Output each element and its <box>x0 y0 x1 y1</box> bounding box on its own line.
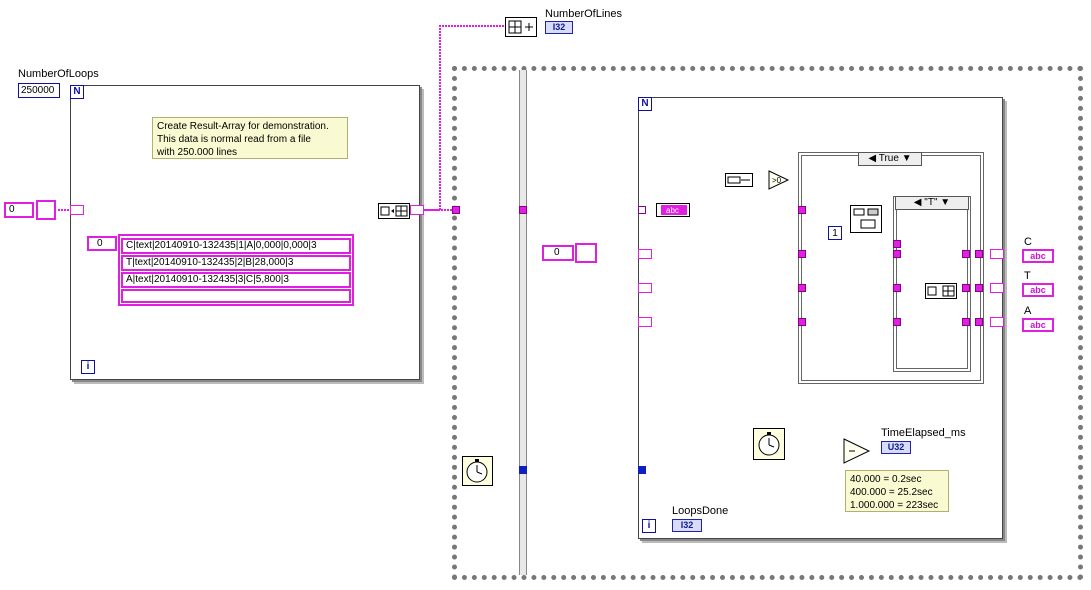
case-tunnel-out-2 <box>975 284 983 292</box>
sequence-separator <box>519 70 527 575</box>
array-row-1[interactable]: C|text|20140910-132435|1|A|0,000|0,000|3 <box>121 238 351 254</box>
shift-register-left <box>70 205 84 215</box>
build-array-inner-icon[interactable] <box>925 283 957 299</box>
number-of-lines-indicator: I32 <box>545 21 573 34</box>
time-elapsed-indicator: U32 <box>881 441 911 454</box>
index-control-left[interactable]: 0 <box>4 202 34 218</box>
inner-case-tunnel-4 <box>893 240 901 248</box>
string-control-left[interactable] <box>36 200 56 220</box>
loop-tunnel-time <box>638 466 646 474</box>
output-a-indicator: abc <box>1022 318 1054 332</box>
loop-count-terminal-left: N <box>70 85 84 99</box>
array-index-control[interactable]: 0 <box>87 236 117 251</box>
inner-case-tunnel-2 <box>893 284 901 292</box>
loop-count-terminal-inner: N <box>638 97 652 111</box>
greater-than-zero-icon[interactable]: >0 <box>768 170 790 190</box>
array-row-2[interactable]: T|text|20140910-132435|2|B|28,000|3 <box>121 255 351 271</box>
match-pattern-icon[interactable] <box>850 205 882 233</box>
shift-register-right <box>410 205 424 215</box>
string-control-inner[interactable] <box>575 243 597 263</box>
index-control-inner[interactable]: 0 <box>542 245 574 261</box>
array-row-3[interactable]: A|text|20140910-132435|3|C|5,800|3 <box>121 272 351 288</box>
constant-one[interactable]: 1 <box>828 226 842 240</box>
seq-tunnel-left <box>452 206 460 214</box>
output-a-label: A <box>1024 305 1032 317</box>
case-tunnel-4 <box>798 318 806 326</box>
string-length-icon[interactable] <box>725 173 753 187</box>
case-tunnel-out-1 <box>975 250 983 258</box>
output-c-label: C <box>1024 236 1032 248</box>
svg-text:abc: abc <box>666 206 679 215</box>
timing-note: 40.000 = 0.2sec 400.000 = 25.2sec 1.000.… <box>845 470 949 512</box>
case-outer-label: True <box>878 153 899 164</box>
inner-case-tunnel-1 <box>893 250 901 258</box>
index-value: 0 <box>9 204 15 215</box>
inner-case-tunnel-out-2 <box>962 284 970 292</box>
case-tunnel-out-3 <box>975 318 983 326</box>
number-of-loops-label: NumberOfLoops <box>18 68 99 80</box>
shift-register-a-out <box>990 317 1004 327</box>
tick-count-icon-start[interactable] <box>462 456 493 486</box>
seq-tunnel-time <box>519 466 527 474</box>
demo-comment: Create Result-Array for demonstration. T… <box>152 117 348 159</box>
shift-register-t-in <box>638 283 652 293</box>
inner-case-dropdown-arrow[interactable]: ▼ <box>940 197 950 208</box>
case-tunnel-3 <box>798 284 806 292</box>
case-left-arrow[interactable]: ◀ <box>868 153 876 164</box>
build-array-icon[interactable] <box>378 203 410 219</box>
loop-iteration-terminal-inner: i <box>642 519 656 533</box>
shift-register-c-in <box>638 249 652 259</box>
loops-done-label: LoopsDone <box>672 505 729 517</box>
inner-case-tunnel-out-1 <box>962 250 970 258</box>
loop-iteration-terminal-left: i <box>81 360 95 374</box>
case-tunnel-2 <box>798 250 806 258</box>
shift-register-t-out <box>990 283 1004 293</box>
index-array-icon[interactable]: abc <box>656 203 690 217</box>
shift-register-c-out <box>990 249 1004 259</box>
case-selector-outer[interactable]: ◀ True ▼ <box>858 152 922 166</box>
array-index-value: 0 <box>97 238 103 249</box>
svg-text:>0: >0 <box>772 176 782 185</box>
output-t-label: T <box>1024 270 1031 282</box>
loop-tunnel-in <box>638 206 646 214</box>
case-dropdown-arrow[interactable]: ▼ <box>902 153 912 164</box>
case-selector-inner[interactable]: ◀ "T" ▼ <box>895 196 969 210</box>
number-of-lines-label: NumberOfLines <box>545 8 623 20</box>
inner-case-tunnel-3 <box>893 318 901 326</box>
output-t-indicator: abc <box>1022 283 1054 297</box>
number-of-loops-control[interactable]: 250000 <box>18 83 60 98</box>
inner-case-tunnel-out-3 <box>962 318 970 326</box>
output-c-indicator: abc <box>1022 249 1054 263</box>
inner-case-left-arrow[interactable]: ◀ <box>914 197 922 208</box>
loops-done-indicator: I32 <box>672 519 702 532</box>
array-size-icon[interactable] <box>505 17 537 37</box>
shift-register-a-in <box>638 317 652 327</box>
seq-tunnel-mid <box>519 206 527 214</box>
case-tunnel-1 <box>798 206 806 214</box>
array-row-4[interactable] <box>121 289 351 303</box>
subtract-icon[interactable] <box>843 438 871 464</box>
time-elapsed-label: TimeElapsed_ms <box>881 427 966 439</box>
inner-index-value: 0 <box>554 247 560 258</box>
tick-count-icon-end[interactable] <box>753 428 785 460</box>
case-inner-label: "T" <box>924 197 938 208</box>
